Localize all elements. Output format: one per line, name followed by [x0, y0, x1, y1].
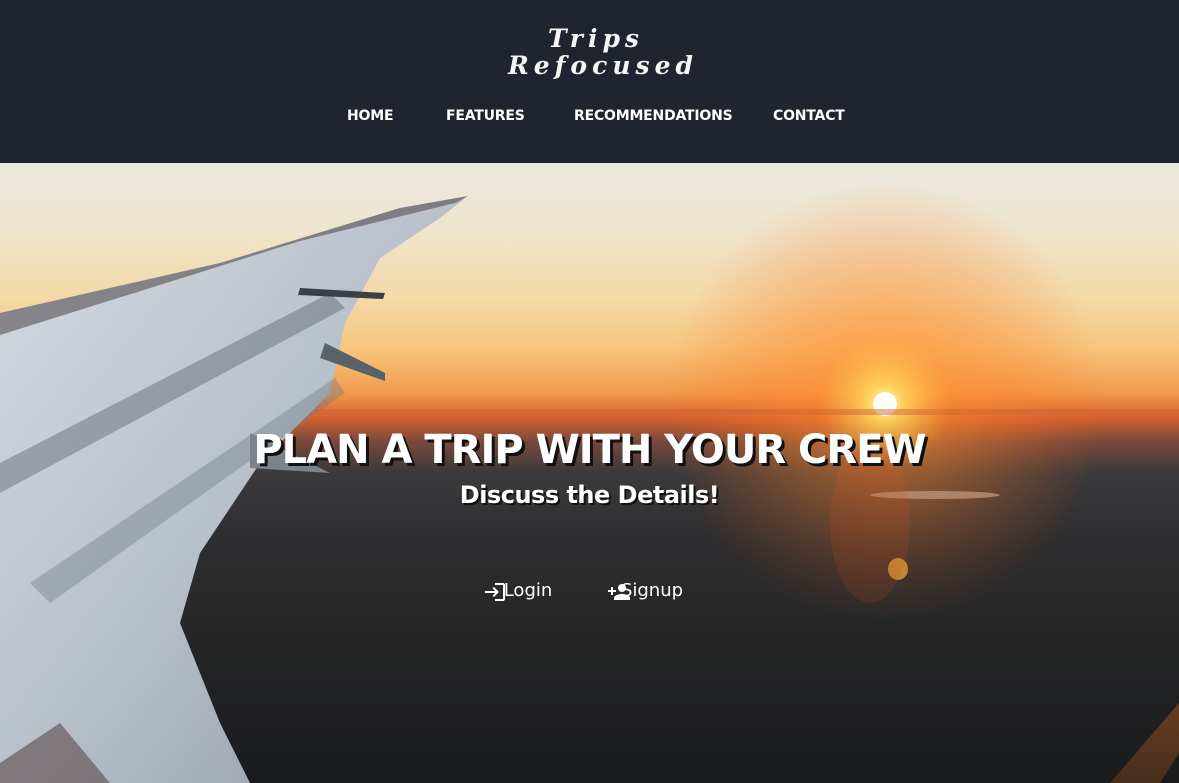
nav-item-features[interactable]: FEATURES [446, 108, 525, 124]
nav-item-recommendations[interactable]: RECOMMENDATIONS [574, 108, 733, 124]
nav-item-home[interactable]: HOME [347, 108, 394, 124]
login-label: Login [503, 580, 553, 601]
signup-button[interactable]: Signup [607, 580, 697, 601]
logo-line2: Refocused [508, 51, 698, 80]
login-button[interactable]: Login [483, 580, 573, 601]
hero-section: PLAN A TRIP WITH YOUR CREW Discuss the D… [0, 163, 1179, 783]
login-icon [485, 583, 505, 601]
logo-line1: Trips [548, 24, 645, 53]
hero-subtitle: Discuss the Details! [459, 481, 720, 509]
main-nav: HOME FEATURES RECOMMENDATIONS CONTACT [0, 108, 1179, 130]
nav-item-contact[interactable]: CONTACT [773, 108, 845, 124]
logo[interactable]: Trips Refocused [500, 22, 693, 84]
hero-background-image [0, 163, 1179, 783]
hero-title: PLAN A TRIP WITH YOUR CREW [253, 427, 926, 473]
site-header: Trips Refocused HOME FEATURES RECOMMENDA… [0, 0, 1179, 163]
person-add-icon [608, 584, 630, 600]
